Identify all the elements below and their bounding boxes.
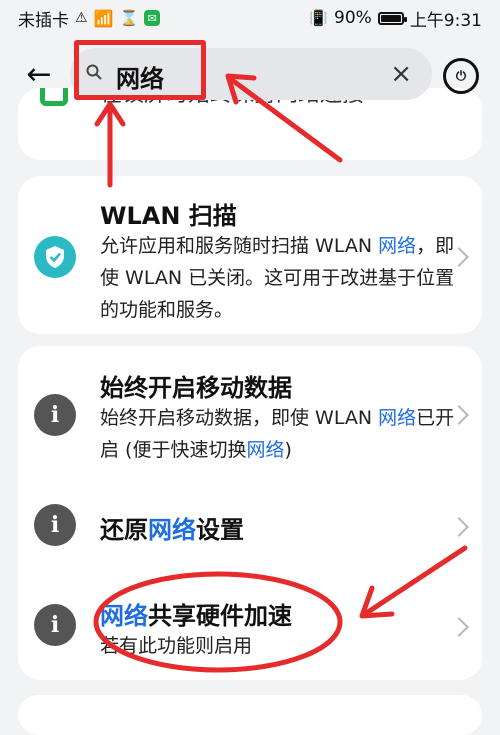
list-item[interactable]: WLAN 扫描 允许应用和服务随时扫描 WLAN 网络，即使 WLAN 已关闭。… — [18, 176, 482, 334]
hourglass-icon: ⌛ — [119, 9, 139, 27]
desc-part: ) — [284, 439, 292, 461]
item-title: 网络共享硬件加速 — [100, 596, 292, 631]
item-desc: 允许应用和服务随时扫描 WLAN 网络，即使 WLAN 已关闭。这可用于改进基于… — [100, 230, 460, 326]
title-highlight: 网络 — [100, 602, 148, 630]
clock: 上午9:31 — [409, 10, 482, 31]
info-icon: i — [34, 504, 76, 546]
carrier-label: 未插卡 — [18, 10, 69, 31]
network-settings-card: i 始终开启移动数据 始终开启移动数据，即使 WLAN 网络已开启 (便于快速切… — [18, 346, 482, 680]
status-right: 📳 90% 上午9:31 — [309, 6, 482, 31]
shield-check-icon — [34, 236, 76, 278]
battery-fill — [380, 14, 401, 22]
desc-part: 始终开启移动数据，即使 WLAN — [100, 407, 379, 429]
wechat-notification-icon: ✉ — [144, 10, 161, 26]
battery-icon — [377, 11, 407, 25]
item-title: 始终开启移动数据 — [100, 374, 292, 402]
info-icon: i — [34, 604, 76, 646]
title-part: 共享硬件加速 — [148, 602, 292, 630]
sim-warning-icon: ⚠ — [75, 10, 88, 26]
title-highlight: 网络 — [148, 516, 196, 544]
desc-highlight: 网络 — [378, 407, 417, 429]
status-bar: 未插卡 ⚠ 📶 ⌛ ✉ 📳 90% 上午9:31 — [0, 0, 500, 36]
item-title: WLAN 扫描 — [100, 202, 237, 230]
status-left: 未插卡 ⚠ 📶 ⌛ ✉ — [18, 6, 161, 31]
item-desc: 若有此功能则启用 — [100, 635, 253, 657]
item-desc: 始终开启移动数据，即使 WLAN 网络已开启 (便于快速切换网络) — [100, 402, 460, 466]
list-item[interactable]: i 网络共享硬件加速 若有此功能则启用 — [18, 576, 482, 680]
title-part: 还原 — [100, 516, 148, 544]
chevron-right-icon — [449, 517, 469, 537]
wifi-icon: 📶 — [93, 8, 114, 28]
search-icon — [86, 64, 102, 80]
battery-percent: 90% — [334, 8, 372, 28]
vibrate-icon: 📳 — [309, 9, 329, 27]
desc-highlight: 网络 — [378, 235, 417, 257]
clear-icon[interactable]: × — [390, 59, 412, 89]
search-input[interactable]: 网络 × — [70, 48, 432, 100]
info-icon: i — [34, 394, 76, 436]
item-title: 还原网络设置 — [100, 510, 244, 545]
title-part: 设置 — [196, 516, 244, 544]
list-item[interactable]: i 还原网络设置 — [18, 476, 482, 576]
search-toolbar: ← 网络 × — [0, 40, 500, 110]
power-icon[interactable]: ⏻ — [443, 58, 479, 94]
wlan-scan-card[interactable]: WLAN 扫描 允许应用和服务随时扫描 WLAN 网络，即使 WLAN 已关闭。… — [18, 176, 482, 334]
list-item[interactable]: i 始终开启移动数据 始终开启移动数据，即使 WLAN 网络已开启 (便于快速切… — [18, 346, 482, 466]
next-card — [18, 695, 482, 735]
back-arrow-icon[interactable]: ← — [22, 58, 56, 92]
desc-highlight: 网络 — [246, 439, 285, 461]
desc-part: 允许应用和服务随时扫描 WLAN — [100, 235, 379, 257]
search-query: 网络 — [116, 65, 164, 93]
